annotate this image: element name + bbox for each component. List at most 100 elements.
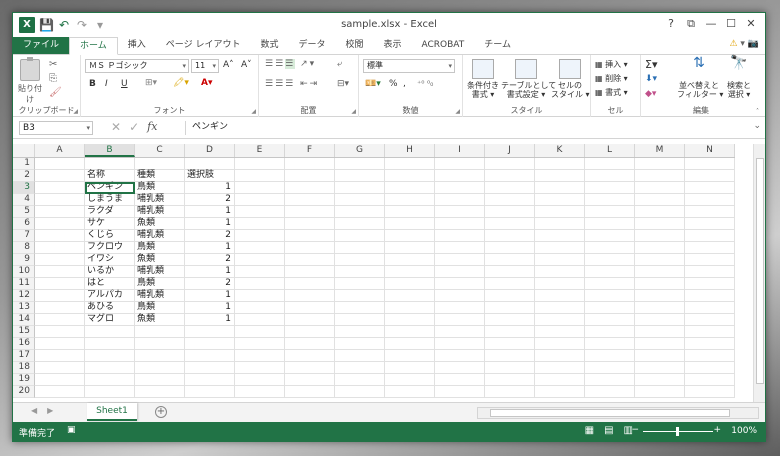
row-header[interactable]: 12 bbox=[13, 290, 35, 302]
cell-i12[interactable] bbox=[435, 290, 485, 302]
cell-g16[interactable] bbox=[335, 338, 385, 350]
column-header-d[interactable]: D bbox=[185, 144, 235, 157]
cell-a10[interactable] bbox=[35, 266, 85, 278]
column-header-n[interactable]: N bbox=[685, 144, 735, 157]
cell-g11[interactable] bbox=[335, 278, 385, 290]
cell-a1[interactable] bbox=[35, 158, 85, 170]
cell-i19[interactable] bbox=[435, 374, 485, 386]
cell-a7[interactable] bbox=[35, 230, 85, 242]
cell-i4[interactable] bbox=[435, 194, 485, 206]
cell-d20[interactable] bbox=[185, 386, 235, 398]
cell-e20[interactable] bbox=[235, 386, 285, 398]
cell-m9[interactable] bbox=[635, 254, 685, 266]
row-header[interactable]: 2 bbox=[13, 170, 35, 182]
cell-l19[interactable] bbox=[585, 374, 635, 386]
clear-icon[interactable]: ◆▾ bbox=[645, 89, 656, 99]
cell-a14[interactable] bbox=[35, 314, 85, 326]
conditional-format-button[interactable]: 条件付き 書式 ▾ bbox=[465, 59, 501, 99]
cell-h10[interactable] bbox=[385, 266, 435, 278]
cell-j3[interactable] bbox=[485, 182, 535, 194]
cell-i15[interactable] bbox=[435, 326, 485, 338]
cell-b4[interactable]: しまうま bbox=[85, 194, 135, 206]
cell-m12[interactable] bbox=[635, 290, 685, 302]
cell-f17[interactable] bbox=[285, 350, 335, 362]
cell-d15[interactable] bbox=[185, 326, 235, 338]
cell-c3[interactable]: 鳥類 bbox=[135, 182, 185, 194]
cell-b8[interactable]: フクロウ bbox=[85, 242, 135, 254]
cell-l15[interactable] bbox=[585, 326, 635, 338]
cell-i20[interactable] bbox=[435, 386, 485, 398]
cell-k10[interactable] bbox=[535, 266, 585, 278]
cell-m17[interactable] bbox=[635, 350, 685, 362]
cell-i7[interactable] bbox=[435, 230, 485, 242]
cell-h15[interactable] bbox=[385, 326, 435, 338]
horizontal-align-icons[interactable]: ☰☰☰ ⇤⇥ bbox=[265, 79, 319, 89]
column-header-g[interactable]: G bbox=[335, 144, 385, 157]
cell-j10[interactable] bbox=[485, 266, 535, 278]
cell-b20[interactable] bbox=[85, 386, 135, 398]
cell-a18[interactable] bbox=[35, 362, 85, 374]
column-header-a[interactable]: A bbox=[35, 144, 85, 157]
cell-l14[interactable] bbox=[585, 314, 635, 326]
cell-g8[interactable] bbox=[335, 242, 385, 254]
cell-j1[interactable] bbox=[485, 158, 535, 170]
cell-f10[interactable] bbox=[285, 266, 335, 278]
cell-j18[interactable] bbox=[485, 362, 535, 374]
cell-h9[interactable] bbox=[385, 254, 435, 266]
cell-g1[interactable] bbox=[335, 158, 385, 170]
cell-h4[interactable] bbox=[385, 194, 435, 206]
cell-n4[interactable] bbox=[685, 194, 735, 206]
bold-button[interactable]: B bbox=[89, 79, 96, 89]
cell-h18[interactable] bbox=[385, 362, 435, 374]
cell-k1[interactable] bbox=[535, 158, 585, 170]
zoom-slider-knob[interactable] bbox=[676, 427, 679, 436]
autosum-icon[interactable]: Σ▾ bbox=[645, 58, 657, 71]
cell-i6[interactable] bbox=[435, 218, 485, 230]
cell-n5[interactable] bbox=[685, 206, 735, 218]
cell-b3[interactable]: ペンギン bbox=[85, 182, 135, 194]
cell-k20[interactable] bbox=[535, 386, 585, 398]
cell-i3[interactable] bbox=[435, 182, 485, 194]
row-header[interactable]: 6 bbox=[13, 218, 35, 230]
cell-k8[interactable] bbox=[535, 242, 585, 254]
cell-n12[interactable] bbox=[685, 290, 735, 302]
sort-filter-button[interactable]: ⇅ 並べ替えと フィルター ▾ bbox=[677, 56, 723, 99]
formula-input[interactable]: ペンギン bbox=[185, 121, 747, 135]
cell-f15[interactable] bbox=[285, 326, 335, 338]
zoom-in-button[interactable]: + bbox=[713, 425, 721, 435]
cell-n2[interactable] bbox=[685, 170, 735, 182]
cell-h1[interactable] bbox=[385, 158, 435, 170]
cell-c12[interactable]: 哺乳類 bbox=[135, 290, 185, 302]
cell-a17[interactable] bbox=[35, 350, 85, 362]
cell-f19[interactable] bbox=[285, 374, 335, 386]
cell-a3[interactable] bbox=[35, 182, 85, 194]
borders-icon[interactable]: ⊞▾ bbox=[145, 78, 157, 88]
cell-n11[interactable] bbox=[685, 278, 735, 290]
cell-d1[interactable] bbox=[185, 158, 235, 170]
cell-a12[interactable] bbox=[35, 290, 85, 302]
cell-l4[interactable] bbox=[585, 194, 635, 206]
cell-a16[interactable] bbox=[35, 338, 85, 350]
cell-k16[interactable] bbox=[535, 338, 585, 350]
column-header-e[interactable]: E bbox=[235, 144, 285, 157]
cell-e7[interactable] bbox=[235, 230, 285, 242]
cell-n14[interactable] bbox=[685, 314, 735, 326]
redo-icon[interactable]: ↷ bbox=[75, 18, 89, 32]
cell-f1[interactable] bbox=[285, 158, 335, 170]
sheet-nav-arrows[interactable]: ◀▶ bbox=[31, 406, 63, 415]
cell-d17[interactable] bbox=[185, 350, 235, 362]
cell-g10[interactable] bbox=[335, 266, 385, 278]
cell-d12[interactable]: 1 bbox=[185, 290, 235, 302]
cell-k18[interactable] bbox=[535, 362, 585, 374]
cell-a5[interactable] bbox=[35, 206, 85, 218]
cell-j7[interactable] bbox=[485, 230, 535, 242]
cell-d5[interactable]: 1 bbox=[185, 206, 235, 218]
cell-i16[interactable] bbox=[435, 338, 485, 350]
dialog-launcher-icon[interactable]: ◢ bbox=[251, 108, 256, 115]
cell-h7[interactable] bbox=[385, 230, 435, 242]
cell-h13[interactable] bbox=[385, 302, 435, 314]
zoom-out-button[interactable]: − bbox=[631, 425, 639, 435]
cell-j5[interactable] bbox=[485, 206, 535, 218]
vertical-scroll-thumb[interactable] bbox=[756, 158, 764, 384]
cell-l7[interactable] bbox=[585, 230, 635, 242]
